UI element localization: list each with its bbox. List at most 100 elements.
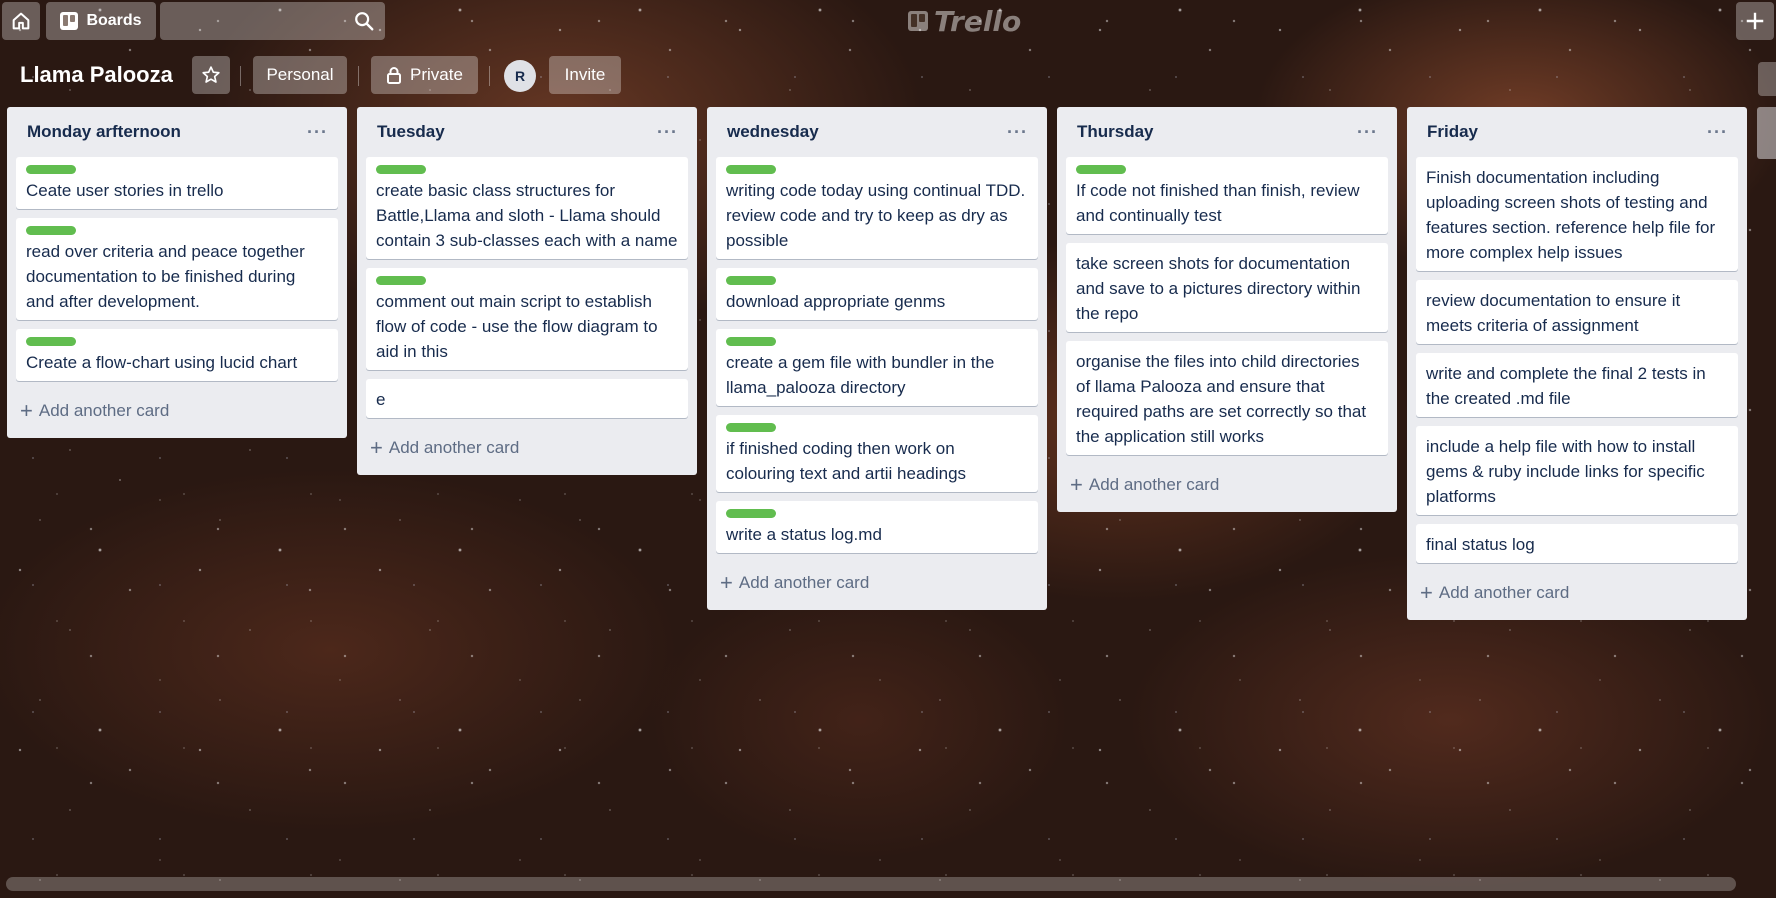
card[interactable]: if finished coding then work on colourin… — [716, 415, 1038, 492]
card-label[interactable] — [726, 337, 776, 346]
card-label[interactable] — [26, 226, 76, 235]
search-input[interactable] — [160, 2, 385, 40]
boards-label: Boards — [86, 12, 142, 29]
card-label[interactable] — [726, 276, 776, 285]
card-label[interactable] — [726, 423, 776, 432]
list-header: Friday ··· — [1416, 107, 1738, 157]
card-title: download appropriate genms — [726, 292, 946, 311]
card[interactable]: Create a flow-chart using lucid chart — [16, 329, 338, 381]
personal-button[interactable]: Personal — [253, 56, 347, 94]
list-header: Thursday ··· — [1066, 107, 1388, 157]
board-header: Llama Palooza Personal Private R Invite — [0, 56, 1776, 96]
card[interactable]: include a help file with how to install … — [1416, 426, 1738, 515]
add-card-label: Add another card — [38, 401, 170, 420]
card-title: Ceate user stories in trello — [26, 181, 224, 200]
card[interactable]: e — [366, 379, 688, 418]
show-menu-button[interactable] — [1758, 62, 1776, 96]
card-title: If code not finished than finish, review… — [1076, 181, 1360, 225]
card-title: take screen shots for documentation and … — [1076, 254, 1361, 323]
list: Friday ··· Finish documentation including … — [1407, 107, 1747, 620]
list-menu-icon[interactable]: ··· — [307, 122, 328, 143]
add-card-button[interactable]: + Add another card — [366, 427, 688, 469]
visibility-button[interactable]: Private — [371, 56, 478, 94]
board-title[interactable]: Llama Palooza — [20, 60, 173, 90]
list-title[interactable]: Tuesday — [377, 122, 445, 142]
create-button[interactable] — [1736, 2, 1774, 40]
add-card-button[interactable]: + Add another card — [16, 390, 338, 432]
card[interactable]: download appropriate genms — [716, 268, 1038, 320]
card[interactable]: write a status log.md — [716, 501, 1038, 553]
card[interactable]: write and complete the final 2 tests in … — [1416, 353, 1738, 417]
card-title: review documentation to ensure it meets … — [1426, 291, 1681, 335]
list: Tuesday ··· create basic class structures … — [357, 107, 697, 475]
card-label[interactable] — [376, 165, 426, 174]
card[interactable]: Finish documentation including uploading… — [1416, 157, 1738, 271]
card-title: writing code today using continual TDD. … — [726, 181, 1026, 250]
add-card-label: Add another card — [388, 438, 520, 457]
card-label[interactable] — [726, 509, 776, 518]
list-menu-icon[interactable]: ··· — [657, 122, 678, 143]
add-card-button[interactable]: + Add another card — [1066, 464, 1388, 506]
invite-button[interactable]: Invite — [549, 56, 621, 94]
trello-logo[interactable]: Trello — [908, 4, 1022, 38]
star-icon — [202, 66, 220, 83]
list-menu-icon[interactable]: ··· — [1707, 122, 1728, 143]
list-header: wednesday ··· — [716, 107, 1038, 157]
horizontal-scrollbar[interactable] — [6, 877, 1736, 891]
card-label[interactable] — [376, 276, 426, 285]
card-title: write a status log.md — [726, 525, 882, 544]
card[interactable]: final status log — [1416, 524, 1738, 563]
star-board-button[interactable] — [192, 56, 230, 94]
card-title: write and complete the final 2 tests in … — [1426, 364, 1706, 408]
lock-icon — [387, 67, 402, 84]
list-menu-icon[interactable]: ··· — [1007, 122, 1028, 143]
add-card-button[interactable]: + Add another card — [716, 562, 1038, 604]
home-button[interactable] — [2, 2, 40, 40]
card[interactable]: If code not finished than finish, review… — [1066, 157, 1388, 234]
plus-icon: + — [1420, 580, 1433, 605]
card-title: comment out main script to establish flo… — [376, 292, 658, 361]
card[interactable]: writing code today using continual TDD. … — [716, 157, 1038, 259]
card-title: Finish documentation including uploading… — [1426, 168, 1716, 262]
boards-icon — [60, 12, 79, 30]
list-menu-icon[interactable]: ··· — [1357, 122, 1378, 143]
divider — [358, 66, 359, 86]
list-title[interactable]: wednesday — [727, 122, 819, 142]
list-title[interactable]: Thursday — [1077, 122, 1154, 142]
logo-text: Trello — [934, 4, 1022, 38]
plus-icon: + — [370, 435, 383, 460]
card[interactable]: Ceate user stories in trello — [16, 157, 338, 209]
add-list-stub[interactable] — [1757, 107, 1776, 159]
list: Thursday ··· If code not finished than fin… — [1057, 107, 1397, 512]
boards-button[interactable]: Boards — [46, 2, 156, 40]
card[interactable]: review documentation to ensure it meets … — [1416, 280, 1738, 344]
card-label[interactable] — [726, 165, 776, 174]
add-card-button[interactable]: + Add another card — [1416, 572, 1738, 614]
card-title: Create a flow-chart using lucid chart — [26, 353, 298, 372]
avatar-initial: R — [514, 68, 526, 84]
list-header: Tuesday ··· — [366, 107, 688, 157]
add-card-label: Add another card — [1088, 475, 1220, 494]
plus-icon: + — [720, 570, 733, 595]
list: wednesday ··· writing code today using con… — [707, 107, 1047, 610]
plus-icon — [1746, 12, 1764, 30]
card[interactable]: take screen shots for documentation and … — [1066, 243, 1388, 332]
list-title[interactable]: Monday arfternoon — [27, 122, 181, 142]
plus-icon: + — [20, 398, 33, 423]
list: Monday arfternoon ··· Ceate user stories i… — [7, 107, 347, 438]
card[interactable]: create a gem file with bundler in the ll… — [716, 329, 1038, 406]
card[interactable]: comment out main script to establish flo… — [366, 268, 688, 370]
avatar[interactable]: R — [504, 60, 536, 92]
card-title: create basic class structures for Battle… — [376, 181, 678, 250]
divider — [489, 66, 490, 86]
card-label[interactable] — [26, 165, 76, 174]
list-title[interactable]: Friday — [1427, 122, 1478, 142]
card-label[interactable] — [26, 337, 76, 346]
card[interactable]: organise the files into child directorie… — [1066, 341, 1388, 455]
card-label[interactable] — [1076, 165, 1126, 174]
add-card-label: Add another card — [738, 573, 870, 592]
trello-logo-icon — [908, 11, 928, 31]
private-label: Private — [410, 65, 463, 84]
card[interactable]: create basic class structures for Battle… — [366, 157, 688, 259]
card[interactable]: read over criteria and peace together do… — [16, 218, 338, 320]
